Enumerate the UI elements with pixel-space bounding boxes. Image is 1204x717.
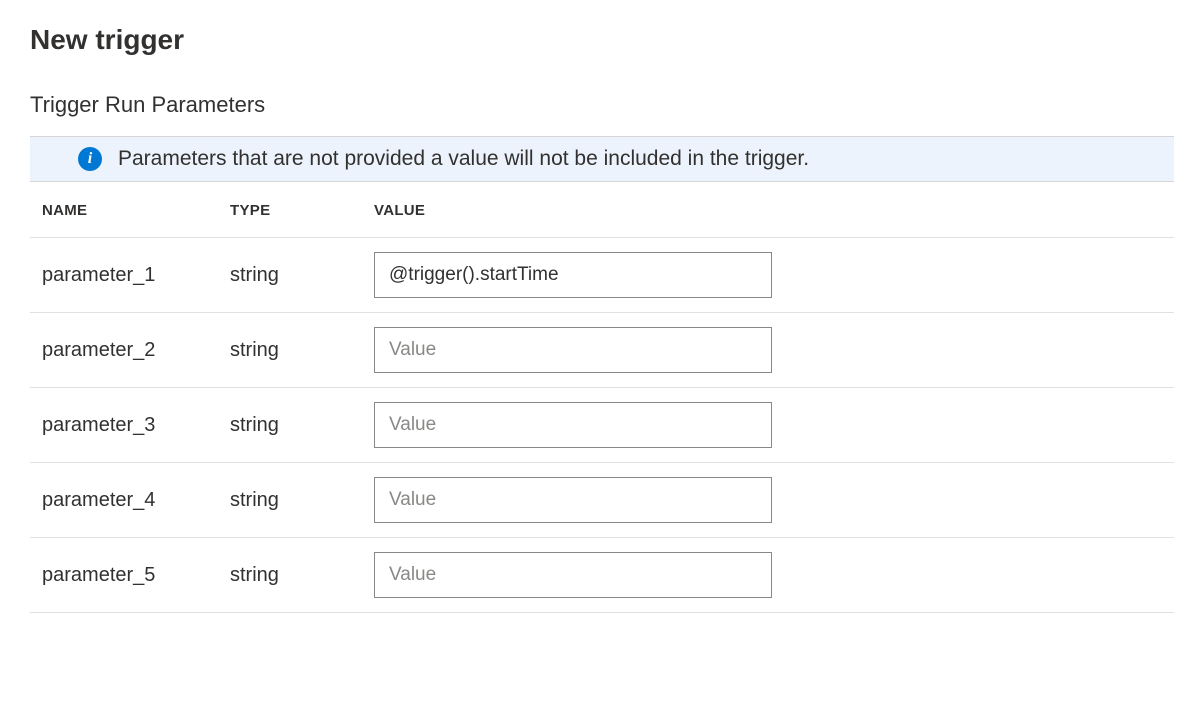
info-icon-glyph: i <box>88 150 92 168</box>
param-value-input[interactable] <box>374 552 772 598</box>
table-row: parameter_4 string <box>30 463 1174 538</box>
section-title: Trigger Run Parameters <box>30 92 1174 118</box>
column-header-value: VALUE <box>374 202 1174 219</box>
param-name: parameter_4 <box>30 489 230 512</box>
param-value-input[interactable] <box>374 402 772 448</box>
param-type: string <box>230 564 374 587</box>
param-type: string <box>230 414 374 437</box>
info-banner: i Parameters that are not provided a val… <box>30 136 1174 182</box>
table-row: parameter_5 string <box>30 538 1174 613</box>
param-value-input[interactable] <box>374 252 772 298</box>
param-name: parameter_3 <box>30 414 230 437</box>
info-banner-text: Parameters that are not provided a value… <box>118 147 809 171</box>
param-type: string <box>230 264 374 287</box>
param-value-input[interactable] <box>374 327 772 373</box>
page-title: New trigger <box>30 24 1174 56</box>
table-row: parameter_1 string <box>30 238 1174 313</box>
table-row: parameter_2 string <box>30 313 1174 388</box>
table-row: parameter_3 string <box>30 388 1174 463</box>
param-type: string <box>230 489 374 512</box>
column-header-type: TYPE <box>230 202 374 219</box>
param-name: parameter_1 <box>30 264 230 287</box>
param-name: parameter_2 <box>30 339 230 362</box>
column-header-name: NAME <box>30 202 230 219</box>
parameters-table: NAME TYPE VALUE parameter_1 string param… <box>30 182 1174 613</box>
param-value-input[interactable] <box>374 477 772 523</box>
info-icon: i <box>78 147 102 171</box>
table-header: NAME TYPE VALUE <box>30 182 1174 238</box>
param-type: string <box>230 339 374 362</box>
param-name: parameter_5 <box>30 564 230 587</box>
